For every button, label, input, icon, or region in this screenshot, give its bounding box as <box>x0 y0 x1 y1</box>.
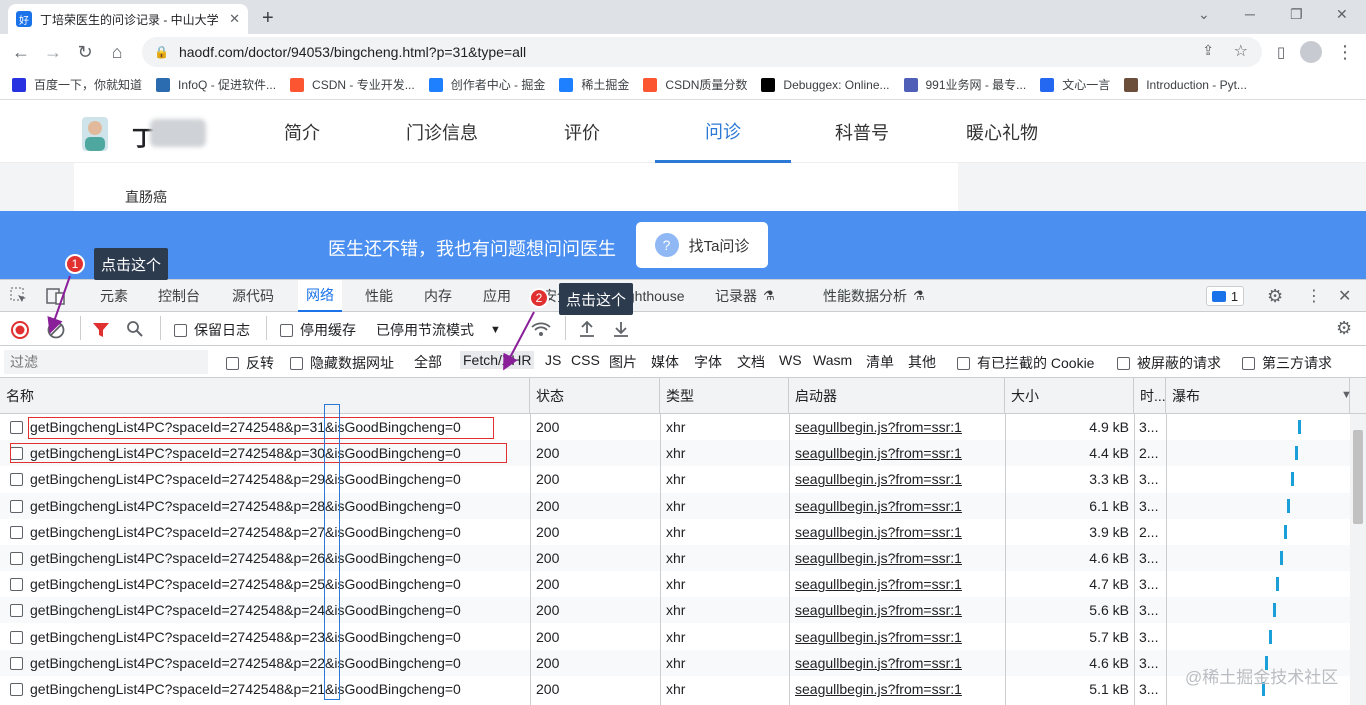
tooltip-click-this-1: 点击这个 <box>94 248 169 280</box>
step-badge-2: 2 <box>529 288 549 308</box>
watermark: @稀土掘金技术社区 <box>1185 668 1339 687</box>
annotation-arrows <box>47 275 535 371</box>
tooltip-click-this-2: 点击这个 <box>559 283 634 315</box>
step-badge-1: 1 <box>65 254 85 274</box>
